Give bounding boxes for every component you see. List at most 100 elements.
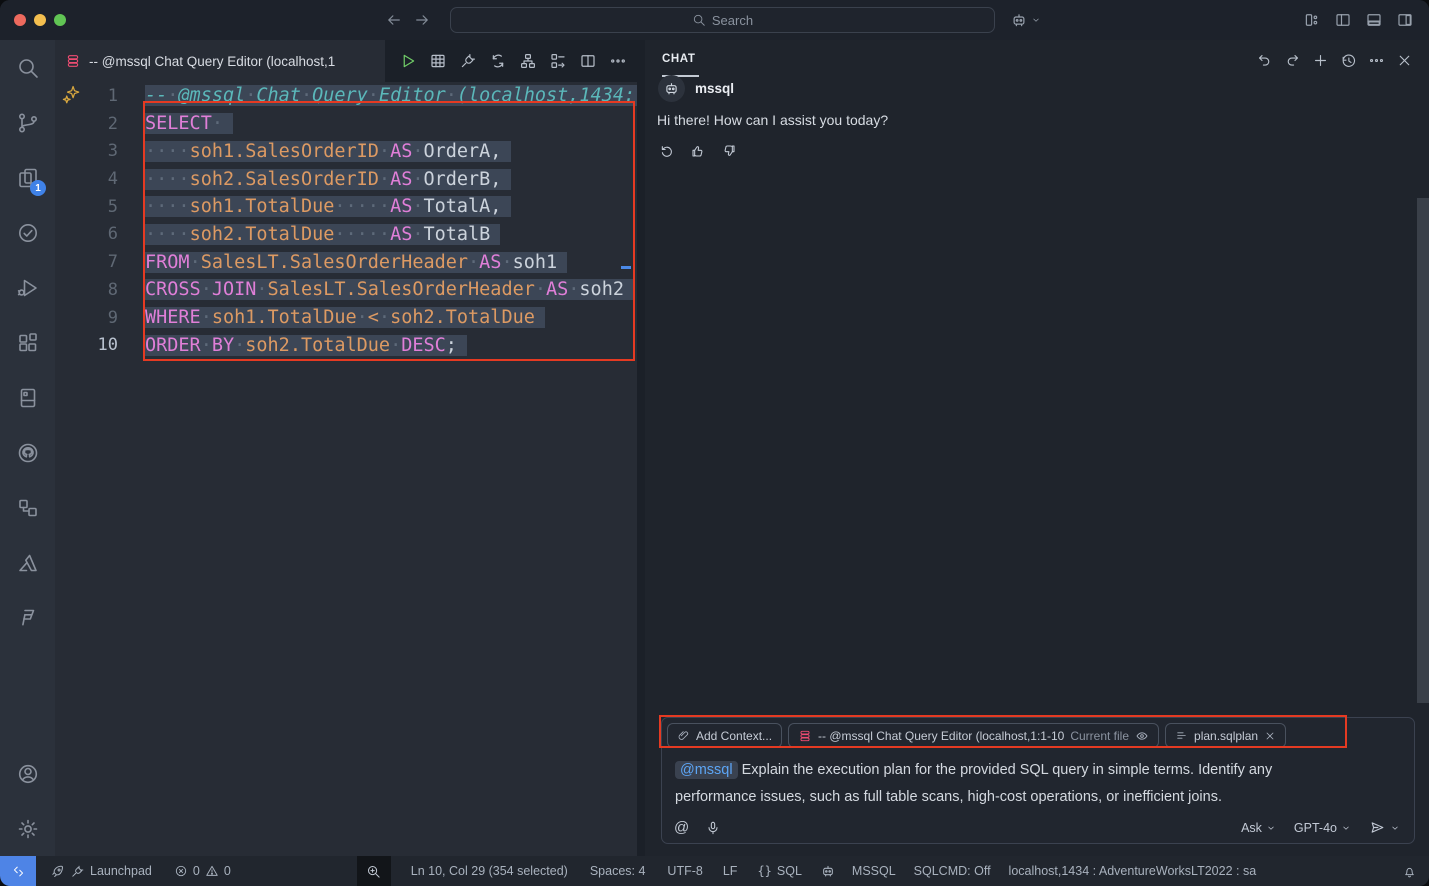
notifications-item[interactable] <box>1402 864 1417 879</box>
tab-chat[interactable]: CHAT <box>662 53 696 65</box>
undo-button[interactable] <box>1256 52 1273 69</box>
line-number[interactable]: 9 <box>55 308 145 328</box>
toggle-primary-sidebar-button[interactable] <box>1334 11 1352 29</box>
account-button[interactable] <box>0 746 55 801</box>
navigate-back-button[interactable] <box>385 11 403 29</box>
context-file-chip[interactable]: -- @mssql Chat Query Editor (localhost,1… <box>788 723 1159 748</box>
copilot-menu-button[interactable] <box>1010 11 1041 29</box>
code-line[interactable]: 5····soh1.TotalDue·····AS·TotalA, <box>55 193 637 221</box>
sidebar-item-explorer[interactable]: 1 <box>0 150 55 205</box>
line-number[interactable]: 5 <box>55 197 145 217</box>
mention-chip[interactable]: @mssql <box>675 761 738 779</box>
code-line[interactable]: 6····soh2.TotalDue·····AS·TotalB <box>55 221 637 249</box>
gear-icon <box>16 817 40 841</box>
cursor-position-item[interactable]: Ln 10, Col 29 (354 selected) <box>411 864 568 878</box>
send-icon <box>1369 819 1386 836</box>
editor-chat-sash[interactable] <box>637 40 645 856</box>
code-line[interactable]: 10ORDER·BY·soh2.TotalDue·DESC; <box>55 331 637 359</box>
sidebar-item-sql-server[interactable] <box>0 370 55 425</box>
connection-item[interactable]: localhost,1434 : AdventureWorksLT2022 : … <box>1009 864 1257 878</box>
line-number[interactable]: 8 <box>55 280 145 300</box>
avatar <box>658 75 685 102</box>
sidebar-item-fabric[interactable] <box>0 590 55 645</box>
minimize-window-button[interactable] <box>34 14 46 26</box>
zoom-status-item[interactable] <box>357 856 391 886</box>
toggle-secondary-sidebar-button[interactable] <box>1396 11 1414 29</box>
split-editor-button[interactable] <box>579 52 597 70</box>
sqlcmd-item[interactable]: SQLCMD: Off <box>914 864 991 878</box>
line-number[interactable]: 10 <box>55 335 145 355</box>
chat-history-button[interactable] <box>1340 52 1357 69</box>
disconnect-button[interactable] <box>459 52 477 70</box>
thumbs-up-button[interactable] <box>690 143 706 159</box>
tab-query-editor[interactable]: -- @mssql Chat Query Editor (localhost,1 <box>55 40 385 82</box>
plan-file-chip[interactable]: plan.sqlplan <box>1165 723 1286 748</box>
regenerate-button[interactable] <box>659 143 675 159</box>
navigate-forward-button[interactable] <box>413 11 431 29</box>
sidebar-item-github[interactable] <box>0 425 55 480</box>
zoom-window-button[interactable] <box>54 14 66 26</box>
rocket-icon <box>50 864 65 879</box>
estimated-plan-button[interactable] <box>519 52 537 70</box>
more-actions-button[interactable] <box>609 52 627 70</box>
copilot-sparkle-icon[interactable] <box>62 85 81 104</box>
voice-input-button[interactable] <box>705 820 721 836</box>
settings-button[interactable] <box>0 801 55 856</box>
encoding-item[interactable]: UTF-8 <box>667 864 702 878</box>
mode-dropdown[interactable]: Ask <box>1241 821 1276 835</box>
close-icon[interactable] <box>1264 730 1276 742</box>
add-context-button[interactable]: Add Context... <box>667 723 782 748</box>
chat-input-text[interactable]: @mssql Explain the execution plan for th… <box>675 757 1401 811</box>
code-line[interactable]: 4····soh2.SalesOrderID·AS·OrderB, <box>55 165 637 193</box>
sidebar-item-check[interactable] <box>0 205 55 260</box>
eye-icon[interactable] <box>1135 729 1149 743</box>
mention-button[interactable]: @ <box>674 819 689 836</box>
line-number[interactable]: 7 <box>55 252 145 272</box>
line-number[interactable]: 2 <box>55 114 145 134</box>
code-line[interactable]: 2SELECT· <box>55 110 637 138</box>
code-line[interactable]: 7FROM·SalesLT.SalesOrderHeader·AS·soh1 <box>55 248 637 276</box>
line-number[interactable]: 4 <box>55 169 145 189</box>
toggle-panel-button[interactable] <box>1365 11 1383 29</box>
code-line[interactable]: 1--·@mssql·Chat·Query·Editor·(localhost,… <box>55 82 637 110</box>
launchpad-item[interactable]: Launchpad <box>50 864 152 879</box>
close-chat-button[interactable] <box>1396 52 1413 69</box>
language-mode-item[interactable]: {}SQL <box>757 864 801 878</box>
sidebar-item-database-projects[interactable] <box>0 480 55 535</box>
database-icon <box>798 729 812 743</box>
redo-button[interactable] <box>1284 52 1301 69</box>
mssql-item[interactable]: MSSQL <box>852 864 896 878</box>
command-center-search[interactable]: Search <box>450 7 995 33</box>
code-line[interactable]: 8CROSS·JOIN·SalesLT.SalesOrderHeader·AS·… <box>55 276 637 304</box>
new-chat-button[interactable] <box>1312 52 1329 69</box>
close-window-button[interactable] <box>14 14 26 26</box>
sidebar-item-search[interactable] <box>0 40 55 95</box>
send-button[interactable] <box>1369 819 1400 836</box>
run-query-button[interactable] <box>399 52 417 70</box>
line-number[interactable]: 6 <box>55 224 145 244</box>
copilot-status-item[interactable] <box>820 863 836 879</box>
sync-icon <box>489 52 507 70</box>
customize-layout-button[interactable] <box>1303 11 1321 29</box>
change-connection-button[interactable] <box>489 52 507 70</box>
more-button[interactable] <box>1368 52 1385 69</box>
results-grid-button[interactable] <box>429 52 447 70</box>
sidebar-item-run-debug[interactable] <box>0 260 55 315</box>
sidebar-item-source-control[interactable] <box>0 95 55 150</box>
thumbs-down-button[interactable] <box>721 143 737 159</box>
eol-item[interactable]: LF <box>723 864 738 878</box>
remote-indicator[interactable] <box>0 856 36 886</box>
code-line[interactable]: 3····soh1.SalesOrderID·AS·OrderA, <box>55 137 637 165</box>
plus-icon <box>1312 52 1329 69</box>
actual-plan-button[interactable] <box>549 52 567 70</box>
model-dropdown[interactable]: GPT-4o <box>1294 821 1351 835</box>
sidebar-item-extensions[interactable] <box>0 315 55 370</box>
line-number[interactable]: 3 <box>55 141 145 161</box>
indentation-item[interactable]: Spaces: 4 <box>590 864 646 878</box>
problems-item[interactable]: 0 0 <box>174 864 231 878</box>
code-editor[interactable]: 1--·@mssql·Chat·Query·Editor·(localhost,… <box>55 82 637 856</box>
sidebar-item-azure[interactable] <box>0 535 55 590</box>
chat-scrollbar[interactable] <box>1417 198 1429 703</box>
code-line[interactable]: 9WHERE·soh1.TotalDue·<·soh2.TotalDue <box>55 304 637 332</box>
server-icon <box>16 386 40 410</box>
